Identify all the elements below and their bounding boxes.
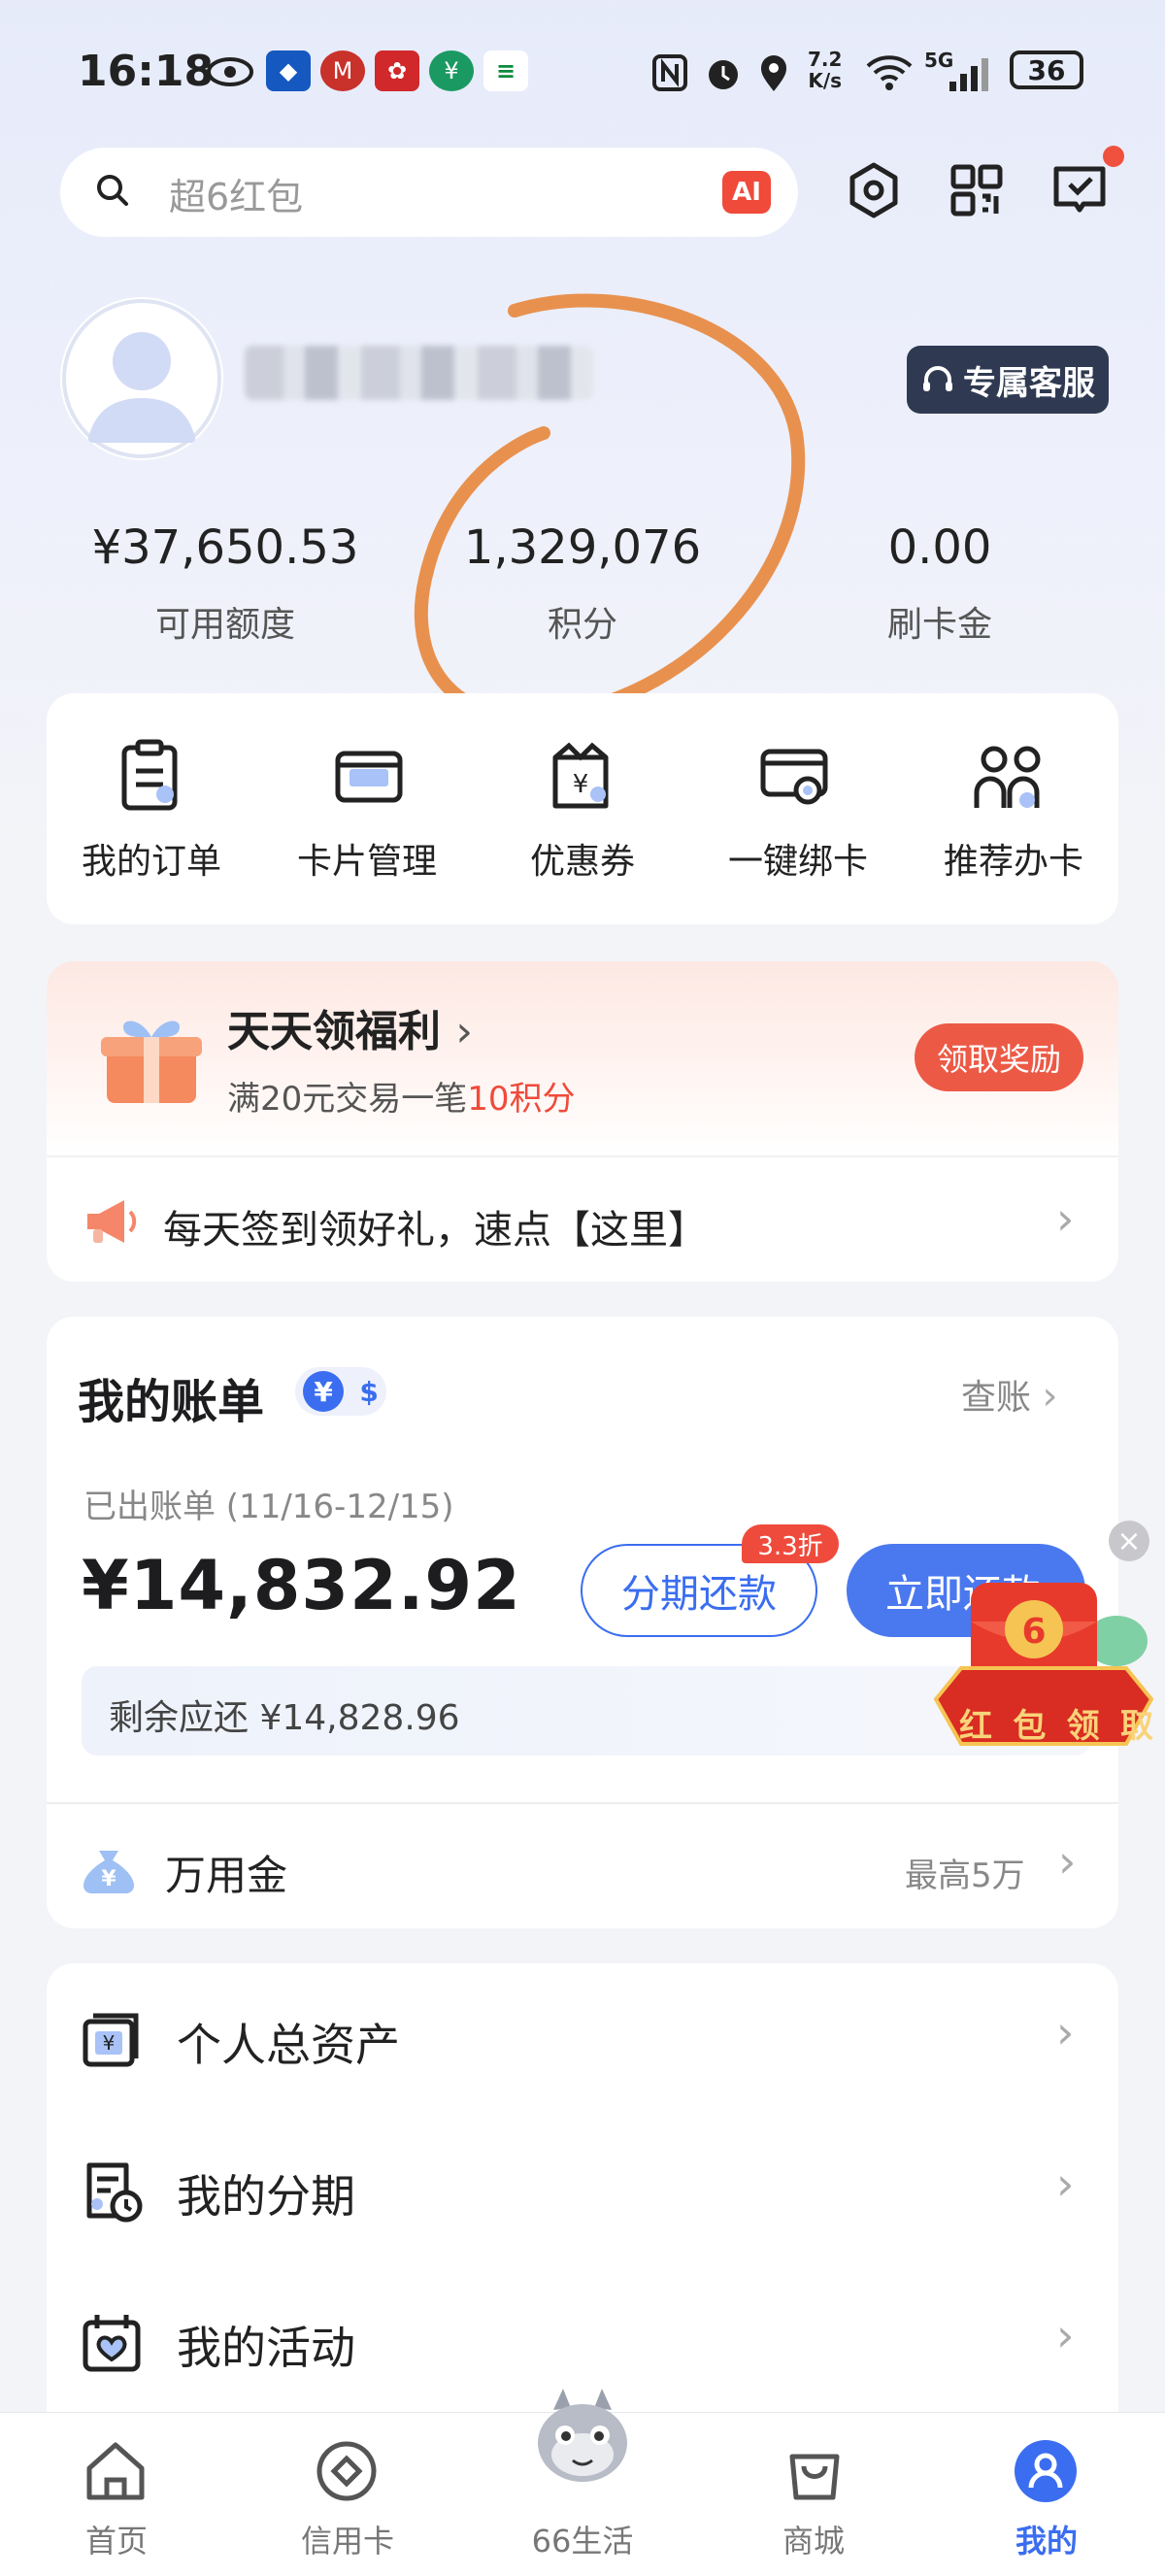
divider [47, 1802, 1118, 1804]
avatar[interactable] [60, 297, 223, 460]
notification-dot [1103, 146, 1124, 167]
tab-66-life[interactable]: 66生活 [495, 2517, 670, 2561]
quick-action-label[interactable]: 我的订单 [45, 833, 258, 884]
welfare-title[interactable]: 天天领福利 › [227, 996, 473, 1058]
chevron-right-icon[interactable]: › [1058, 1835, 1076, 1888]
location-icon [761, 55, 786, 91]
activity-icon [83, 2315, 141, 2372]
card-cash-value[interactable]: 0.00 [775, 520, 1105, 575]
profile-icon[interactable] [1012, 2437, 1080, 2505]
tab-home[interactable]: 首页 [29, 2517, 204, 2561]
svg-text:¥: ¥ [573, 770, 589, 799]
card-icon[interactable] [330, 738, 408, 816]
message-icon[interactable] [1048, 159, 1111, 221]
quick-action-label[interactable]: 优惠券 [476, 833, 689, 884]
wifi-icon [866, 55, 913, 90]
status-bar: 16:18 ◆ M ✿ ¥ ≡ 7.2 K/s 5G 36 [0, 0, 1165, 146]
claim-reward-button[interactable]: 领取奖励 [915, 1023, 1083, 1091]
post-app-icon: ≡ [483, 50, 528, 91]
menu-item-activity[interactable]: 我的活动 [177, 2313, 355, 2377]
nfc-icon [652, 54, 687, 91]
battery-indicator: 36 [1010, 50, 1083, 89]
coupon-icon[interactable]: ¥ [542, 738, 619, 816]
settings-icon[interactable] [843, 159, 905, 221]
money-bag-icon: ¥ [83, 1851, 134, 1893]
megaphone-icon [87, 1200, 137, 1243]
avatar-icon [62, 299, 221, 458]
divider [47, 1155, 1118, 1157]
tab-credit-card[interactable]: 信用卡 [260, 2517, 435, 2561]
welfare-subtitle: 满20元交易一笔10积分 [227, 1080, 576, 1119]
home-icon[interactable] [82, 2437, 150, 2505]
checkin-link[interactable]: 每天签到领好礼，速点【这里】 [163, 1198, 707, 1255]
customer-service-button[interactable]: 专属客服 [907, 346, 1109, 414]
usd-icon[interactable]: $ [359, 1376, 378, 1408]
refer-icon[interactable] [971, 738, 1048, 816]
installment-icon [86, 2162, 143, 2223]
alarm-icon [709, 60, 738, 89]
signal-icon [949, 58, 988, 91]
chevron-right-icon[interactable]: › [1056, 2158, 1074, 2210]
headset-icon [923, 366, 952, 391]
flower-app-icon: ✿ [375, 50, 419, 91]
search-placeholder[interactable]: 超6红包 [169, 167, 303, 220]
order-icon[interactable] [111, 738, 188, 816]
tab-shop[interactable]: 商城 [726, 2517, 901, 2561]
menu-item-installment[interactable]: 我的分期 [177, 2161, 355, 2225]
red-packet-float[interactable]: 6 [932, 1554, 1155, 1787]
chevron-right-icon[interactable]: › [1056, 2309, 1074, 2361]
check-bill-link[interactable]: 查账 › [961, 1369, 1057, 1420]
search-icon [97, 175, 128, 206]
quick-action-label[interactable]: 一键绑卡 [691, 833, 905, 884]
customer-service-label: 专属客服 [963, 363, 1095, 403]
shop-icon[interactable] [781, 2437, 849, 2505]
statement-period: 已出账单 (11/16-12/15) [83, 1488, 454, 1526]
wanyongjin-limit[interactable]: 最高5万 [905, 1849, 1025, 1896]
card-cash-label: 刷卡金 [886, 605, 992, 645]
abc-app-icon: ¥ [429, 50, 474, 91]
credit-card-icon[interactable] [313, 2437, 381, 2505]
bank-app-icon: ◆ [266, 50, 311, 91]
mascot-icon[interactable] [524, 2381, 641, 2497]
tab-profile[interactable]: 我的 [959, 2517, 1134, 2561]
qr-scan-icon[interactable] [946, 159, 1008, 221]
currency-switch[interactable]: ¥ $ [295, 1367, 386, 1416]
net-speed: 7.2 K/s [808, 48, 843, 92]
credit-limit-value[interactable]: ¥37,650.53 [60, 520, 390, 575]
bill-amount: ¥14,832.92 [82, 1546, 521, 1625]
bill-title: 我的账单 [78, 1375, 265, 1429]
svg-text:¥: ¥ [101, 1867, 116, 1891]
cmb-app-icon: M [320, 50, 365, 91]
chevron-right-icon[interactable]: › [1056, 2006, 1074, 2058]
svg-text:¥: ¥ [103, 2031, 116, 2055]
assets-icon: ¥ [83, 2013, 139, 2067]
remaining-amount: 剩余应还 ¥14,828.96 [109, 1698, 460, 1738]
wanyongjin-label[interactable]: 万用金 [165, 1843, 287, 1902]
status-time: 16:18 [78, 47, 215, 96]
ai-assistant-button[interactable]: AI [722, 171, 771, 214]
bind-card-icon[interactable] [757, 738, 835, 816]
points-highlight: 10积分 [467, 1080, 576, 1119]
svg-text:6: 6 [1021, 1612, 1046, 1652]
red-packet-label[interactable]: 红包领取 [959, 1699, 1153, 1747]
quick-action-label[interactable]: 推荐办卡 [907, 833, 1120, 884]
gift-box-icon [101, 1020, 202, 1103]
menu-item-assets[interactable]: 个人总资产 [177, 2010, 400, 2074]
eye-icon [207, 57, 253, 86]
credit-limit-label: 可用额度 [154, 605, 295, 645]
discount-badge: 3.3折 [742, 1524, 839, 1563]
cny-icon[interactable]: ¥ [303, 1371, 345, 1412]
chevron-right-icon[interactable]: › [1056, 1192, 1074, 1245]
quick-action-label[interactable]: 卡片管理 [260, 833, 474, 884]
hand-drawn-circle-annotation [414, 293, 806, 723]
